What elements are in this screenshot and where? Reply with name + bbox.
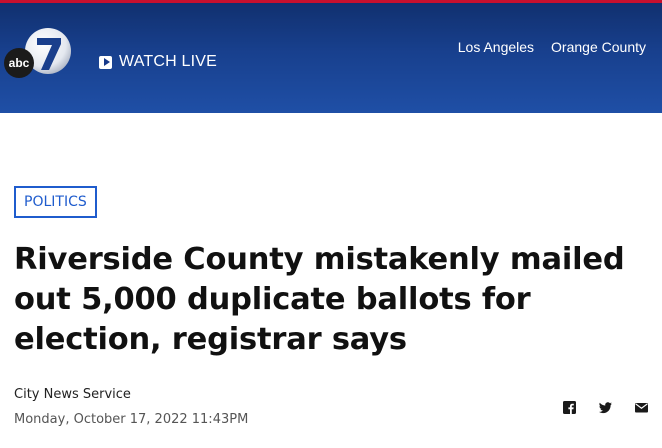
- site-header: abc WATCH LIVE Los Angeles Orange County: [0, 3, 662, 113]
- watch-live-button[interactable]: WATCH LIVE: [99, 53, 217, 71]
- category-tag[interactable]: POLITICS: [14, 186, 97, 218]
- abc7-logo[interactable]: abc: [4, 26, 72, 82]
- logo-text: abc: [9, 56, 30, 70]
- twitter-icon[interactable]: [599, 401, 612, 414]
- nav-link-orange-county[interactable]: Orange County: [551, 39, 646, 55]
- play-icon: [99, 55, 112, 69]
- watch-live-label: WATCH LIVE: [119, 53, 218, 70]
- email-icon[interactable]: [635, 401, 648, 414]
- region-nav: Los Angeles Orange County: [458, 39, 646, 55]
- nav-link-los-angeles[interactable]: Los Angeles: [458, 39, 534, 55]
- article-timestamp: Monday, October 17, 2022 11:43PM: [14, 412, 249, 427]
- article-headline: Riverside County mistakenly mailed out 5…: [14, 242, 625, 357]
- article-byline: City News Service: [14, 387, 131, 402]
- share-bar: [563, 401, 648, 414]
- facebook-icon[interactable]: [563, 401, 576, 414]
